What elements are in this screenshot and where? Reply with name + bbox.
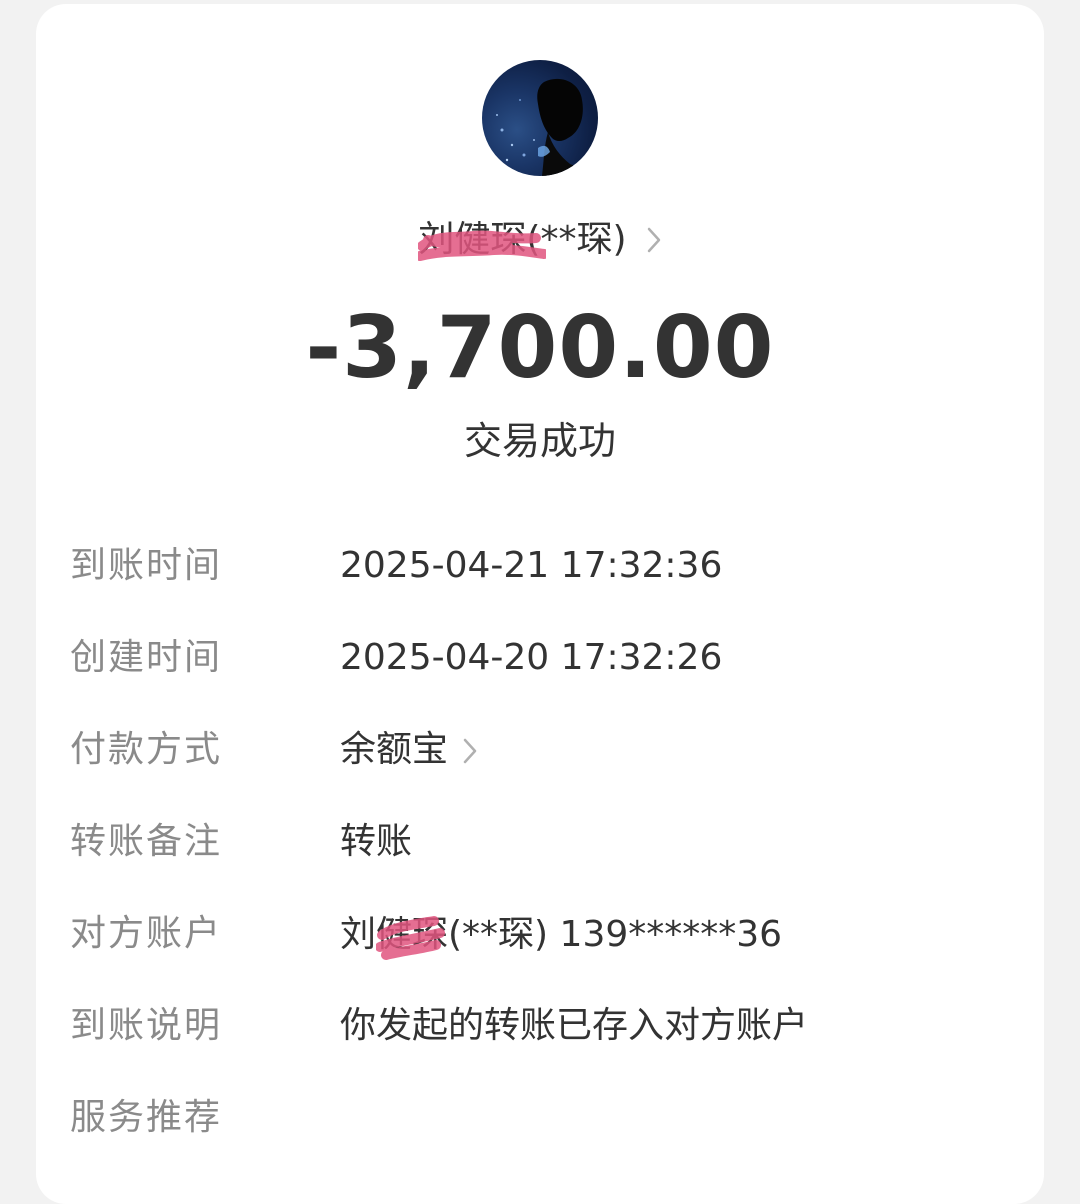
detail-label: 创建时间 (70, 637, 223, 678)
avatar-image (496, 78, 598, 176)
detail-value: 2025-04-21 17:32:36 (340, 545, 723, 586)
detail-value: 2025-04-20 17:32:26 (340, 637, 723, 678)
detail-row-counterparty-account: 对方账户 刘健琛(**琛) 139******36 (70, 906, 1030, 962)
detail-label: 付款方式 (70, 729, 223, 770)
detail-label: 转账备注 (70, 821, 223, 862)
payment-method-link[interactable]: 余额宝 (340, 722, 478, 778)
counterparty-name: 刘健琛(**琛) (418, 219, 627, 260)
transaction-amount: -3,700.00 (305, 298, 775, 398)
avatar[interactable] (482, 60, 598, 176)
transaction-status: 交易成功 (463, 419, 616, 463)
detail-label: 到账说明 (70, 1005, 223, 1046)
chevron-right-icon (463, 738, 477, 764)
detail-label: 服务推荐 (70, 1097, 223, 1138)
detail-value: 转账 (340, 821, 413, 862)
detail-row-created-time: 创建时间 2025-04-20 17:32:26 (70, 630, 1030, 686)
detail-row-service-recommend: 服务推荐 (70, 1090, 1030, 1146)
counterparty-name-row[interactable]: 刘健琛(**琛) (0, 210, 1080, 270)
detail-label: 到账时间 (70, 545, 223, 586)
detail-value: 你发起的转账已存入对方账户 (340, 1005, 809, 1046)
detail-row-arrival-note: 到账说明 你发起的转账已存入对方账户 (70, 998, 1030, 1054)
detail-row-payment-method[interactable]: 付款方式 余额宝 (70, 722, 1030, 778)
detail-label: 对方账户 (70, 913, 223, 954)
detail-row-arrival-time: 到账时间 2025-04-21 17:32:36 (70, 538, 1030, 594)
detail-value: 刘健琛(**琛) 139******36 (340, 914, 783, 955)
detail-row-transfer-note: 转账备注 转账 (70, 814, 1030, 870)
detail-value: 余额宝 (340, 729, 449, 770)
chevron-right-icon (647, 227, 660, 253)
